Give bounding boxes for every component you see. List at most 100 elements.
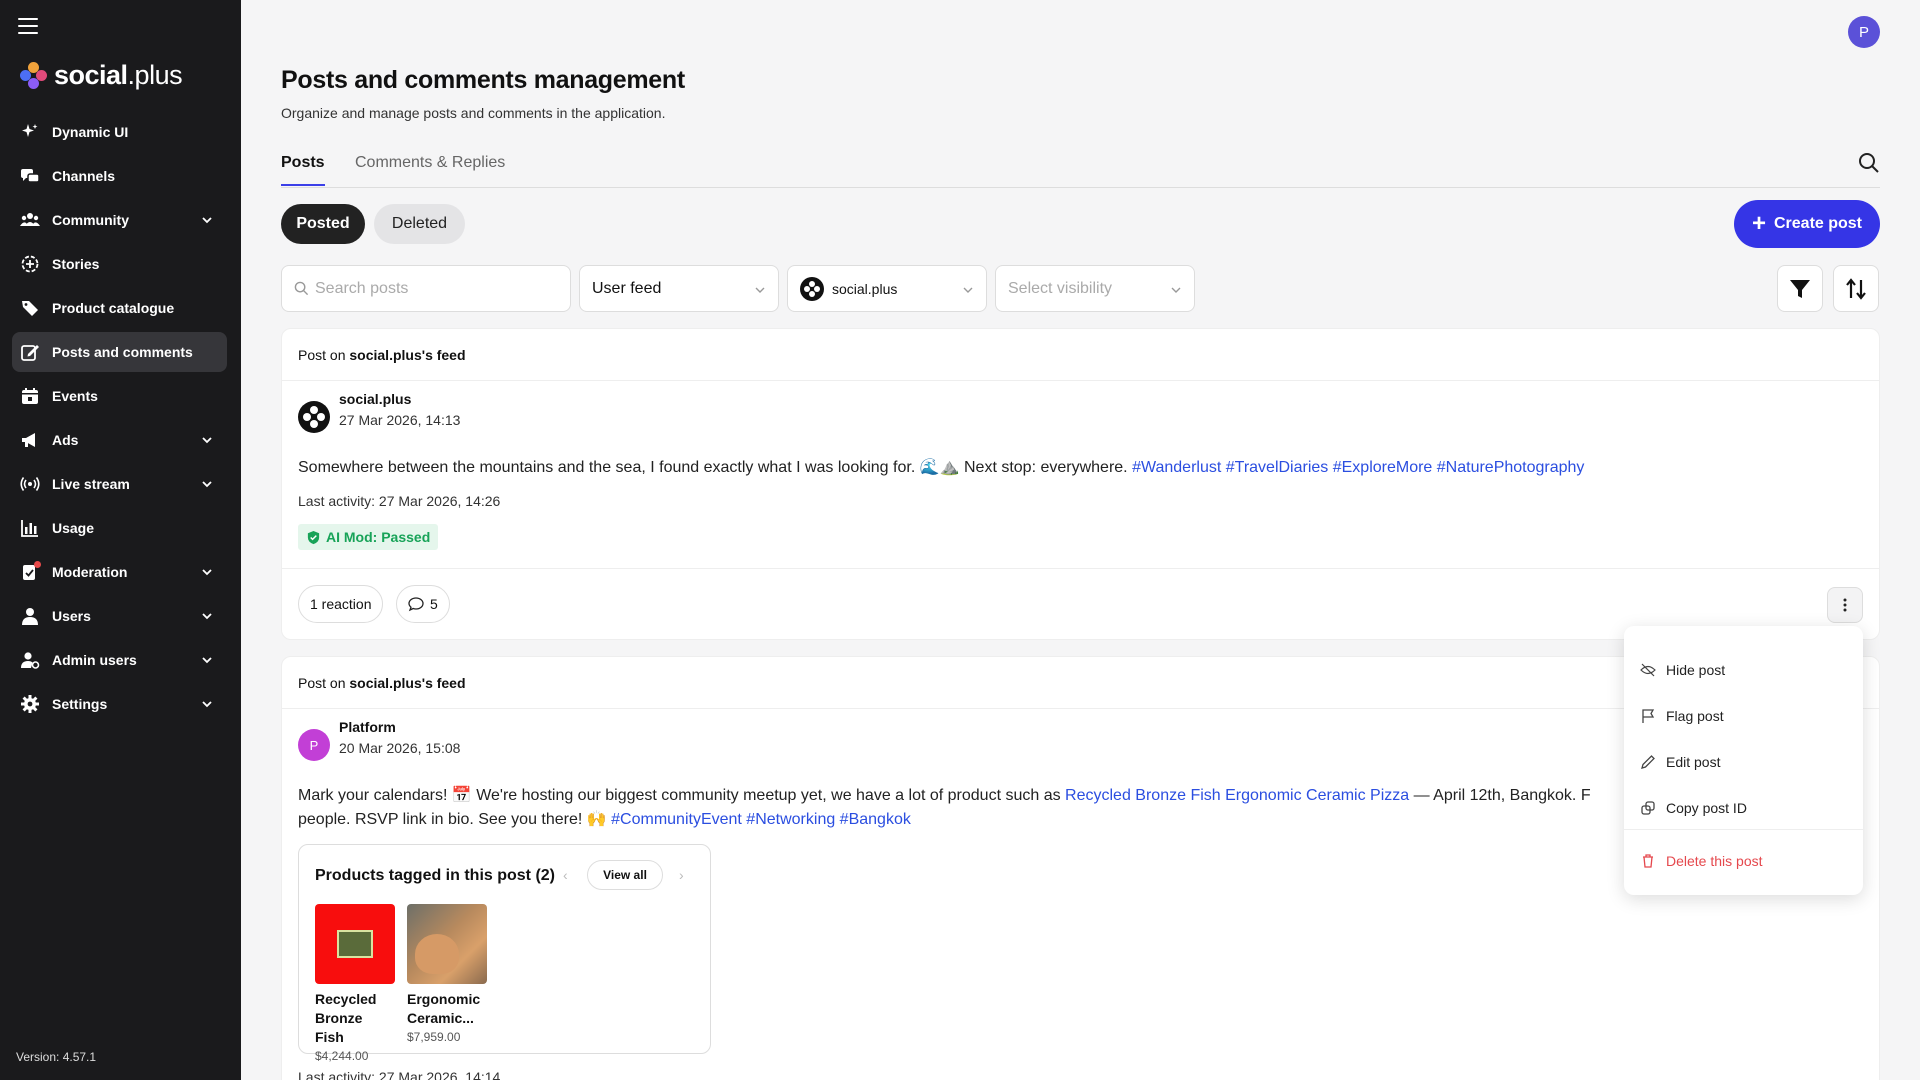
- logo-mark-icon: [20, 61, 48, 90]
- menu-item-label: Copy post ID: [1666, 800, 1747, 816]
- menu-item-hide-post[interactable]: Hide post: [1640, 659, 1725, 681]
- view-all-button[interactable]: View all: [587, 860, 663, 890]
- search-input[interactable]: Search posts: [281, 265, 571, 312]
- sidebar-item-channels[interactable]: Channels: [12, 156, 227, 196]
- reaction-count: 1 reaction: [310, 596, 372, 612]
- chevron-down-icon[interactable]: [201, 698, 213, 710]
- feed-select-value: User feed: [592, 279, 662, 297]
- post-text: Somewhere between the mountains and the …: [298, 459, 1133, 476]
- feed-name[interactable]: social.plus's feed: [349, 675, 465, 691]
- sort-button[interactable]: [1833, 265, 1879, 312]
- comment-icon: [408, 597, 424, 612]
- chevron-down-icon[interactable]: [201, 566, 213, 578]
- sidebar-item-admin-users[interactable]: Admin users: [12, 640, 227, 680]
- sidebar-item-settings[interactable]: Settings: [12, 684, 227, 724]
- author-name[interactable]: Platform: [339, 719, 460, 735]
- post-text-continued: — April 12th, Bangkok. F: [1409, 787, 1591, 804]
- chevron-down-icon[interactable]: [201, 654, 213, 666]
- post-author: P Platform 20 Mar 2026, 15:08: [298, 719, 460, 761]
- deleted-toggle[interactable]: Deleted: [374, 204, 465, 244]
- post-card: Post on social.plus's feed social.plus 2…: [281, 328, 1880, 640]
- chevron-left-icon[interactable]: ‹: [563, 867, 568, 883]
- admin-user-icon: [21, 652, 40, 669]
- stories-icon: [21, 255, 39, 273]
- product-name: Ergonomic Ceramic...: [407, 991, 481, 1026]
- sidebar-item-label: Events: [52, 388, 98, 404]
- user-icon: [22, 608, 38, 625]
- calendar-icon: [22, 388, 38, 404]
- product-item[interactable]: Recycled Bronze Fish $4,244.00: [315, 904, 395, 1063]
- broadcast-icon: [20, 477, 40, 491]
- tag-icon: [22, 301, 38, 316]
- filter-icon: [1790, 279, 1810, 298]
- app-version: Version: 4.57.1: [16, 1050, 97, 1064]
- hashtags[interactable]: #Wanderlust #TravelDiaries #ExploreMore …: [1132, 459, 1584, 476]
- sparkle-icon: [22, 124, 38, 137]
- visibility-select[interactable]: Select visibility: [995, 265, 1195, 312]
- gear-icon: [21, 695, 39, 713]
- sidebar-item-events[interactable]: Events: [12, 376, 227, 416]
- author-name[interactable]: social.plus: [339, 391, 460, 407]
- chevron-down-icon: [963, 287, 973, 293]
- sidebar-item-label: Usage: [52, 520, 95, 536]
- sidebar-item-live-stream[interactable]: Live stream: [12, 464, 227, 504]
- pencil-icon: [1641, 755, 1655, 769]
- megaphone-icon: [22, 433, 35, 447]
- post-author: social.plus 27 Mar 2026, 14:13: [298, 391, 460, 433]
- user-avatar[interactable]: P: [1848, 16, 1880, 48]
- sidebar-item-users[interactable]: Users: [12, 596, 227, 636]
- post-text: Mark your calendars! 📅 We're hosting our…: [298, 787, 1066, 804]
- sidebar-item-usage[interactable]: Usage: [12, 508, 227, 548]
- community-select[interactable]: social.plus: [787, 265, 987, 312]
- product-price: $4,244.00: [315, 1049, 369, 1063]
- feed-name[interactable]: social.plus's feed: [349, 347, 465, 363]
- products-title: Products tagged in this post (2): [315, 867, 556, 884]
- sidebar-item-moderation[interactable]: Moderation: [12, 552, 227, 592]
- menu-item-copy-post-id[interactable]: Copy post ID: [1640, 797, 1747, 819]
- sidebar-item-community[interactable]: Community: [12, 200, 227, 240]
- sidebar-item-ads[interactable]: Ads: [12, 420, 227, 460]
- social-plus-avatar-icon[interactable]: [298, 401, 330, 433]
- menu-item-delete-post[interactable]: Delete this post: [1640, 850, 1763, 872]
- menu-icon[interactable]: [18, 18, 38, 34]
- page-subtitle: Organize and manage posts and comments i…: [281, 105, 666, 121]
- menu-divider: [1624, 829, 1863, 830]
- more-options-button[interactable]: [1827, 587, 1863, 623]
- menu-item-flag-post[interactable]: Flag post: [1640, 705, 1724, 727]
- product-price: $7,959.00: [407, 1030, 461, 1044]
- sidebar-item-posts-and-comments[interactable]: Posts and comments: [12, 332, 227, 372]
- avatar[interactable]: P: [298, 729, 330, 761]
- tab-posts[interactable]: Posts: [281, 154, 325, 186]
- hashtags[interactable]: #CommunityEvent #Networking #Bangkok: [611, 811, 911, 828]
- sidebar-item-label: Stories: [52, 256, 100, 272]
- chevron-right-icon[interactable]: ›: [679, 867, 684, 883]
- plus-icon: +: [1751, 210, 1766, 237]
- filter-button[interactable]: [1777, 265, 1823, 312]
- sidebar-item-product-catalogue[interactable]: Product catalogue: [12, 288, 227, 328]
- more-vertical-icon: [1843, 598, 1847, 612]
- product-item[interactable]: Ergonomic Ceramic... $7,959.00: [407, 904, 487, 1044]
- product-links[interactable]: Recycled Bronze Fish Ergonomic Ceramic P…: [1065, 787, 1409, 804]
- menu-item-edit-post[interactable]: Edit post: [1640, 751, 1720, 773]
- trash-icon: [1643, 854, 1653, 868]
- feed-prefix: Post on: [298, 347, 350, 363]
- brand-name: social.plus: [54, 60, 183, 90]
- posted-toggle[interactable]: Posted: [281, 204, 365, 244]
- search-icon[interactable]: [1858, 152, 1880, 174]
- create-post-button[interactable]: + Create post: [1734, 200, 1880, 248]
- feed-prefix: Post on: [298, 675, 350, 691]
- chevron-down-icon[interactable]: [201, 610, 213, 622]
- tab-comments-replies[interactable]: Comments & Replies: [355, 154, 505, 184]
- sidebar-item-dynamic-ui[interactable]: Dynamic UI: [12, 112, 227, 152]
- sidebar-item-stories[interactable]: Stories: [12, 244, 227, 284]
- comments-button[interactable]: 5: [396, 585, 450, 623]
- community-icon: [20, 213, 40, 226]
- feed-select[interactable]: User feed: [579, 265, 779, 312]
- sidebar: social.plus Dynamic UI Channels Communit…: [0, 0, 241, 1080]
- chevron-down-icon[interactable]: [201, 478, 213, 490]
- chevron-down-icon[interactable]: [201, 214, 213, 226]
- chevron-down-icon[interactable]: [201, 434, 213, 446]
- brand-logo[interactable]: social.plus: [20, 60, 183, 91]
- link-icon: [1641, 801, 1655, 815]
- reactions-button[interactable]: 1 reaction: [298, 585, 384, 623]
